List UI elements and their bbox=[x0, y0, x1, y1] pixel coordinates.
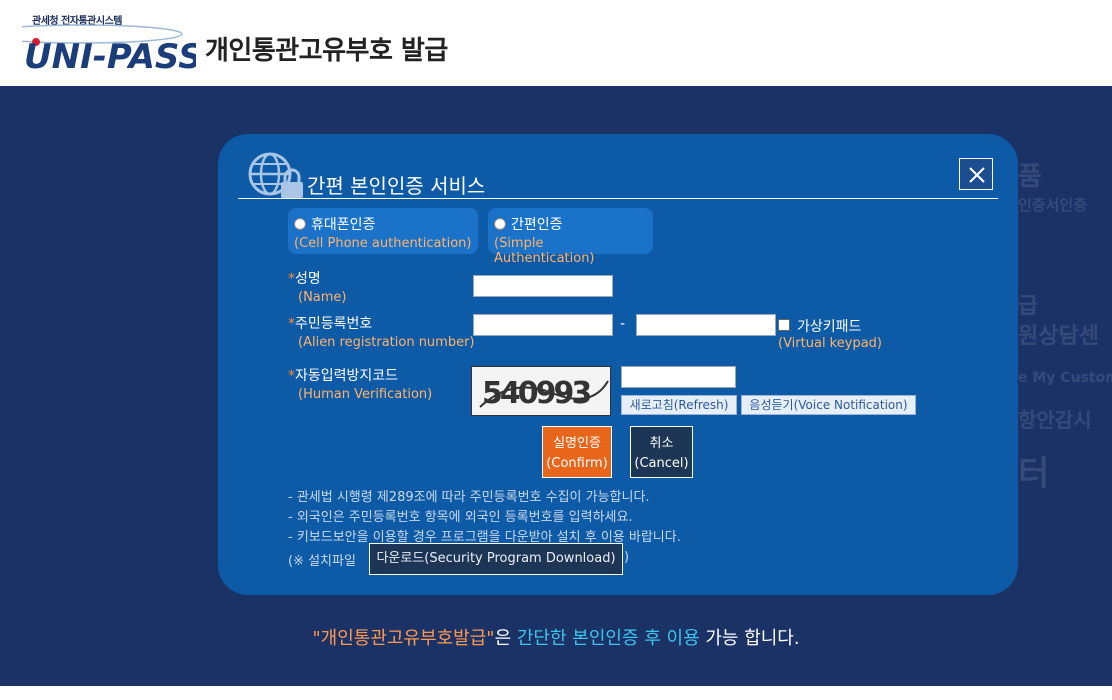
ghost-text: 터 bbox=[1018, 454, 1050, 494]
reg-number-label: *주민등록번호 (Alien registration number) bbox=[288, 316, 475, 350]
tab-label: 휴대폰인증 bbox=[311, 217, 376, 233]
slogan: "개인통관고유부호발급"은 간단한 본인인증 후 이용 가능 합니다. bbox=[0, 624, 1112, 650]
close-button[interactable] bbox=[959, 158, 993, 190]
bottom-strip bbox=[0, 686, 1112, 700]
name-label: *성명 (Name) bbox=[288, 271, 347, 305]
virtual-keypad-label-en: (Virtual keypad) bbox=[778, 336, 882, 351]
modal-title: 간편 본인인증 서비스 bbox=[307, 174, 486, 198]
ghost-text: 인증서인증 bbox=[1018, 196, 1088, 214]
slogan-service-name: "개인통관고유부호발급" bbox=[312, 628, 495, 649]
virtual-keypad-label: 가상키패드 bbox=[797, 319, 862, 335]
reg-number-front-input[interactable] bbox=[473, 314, 613, 336]
ghost-text: 급 bbox=[1018, 294, 1039, 319]
tab-label-en: (Cell Phone authentication) bbox=[294, 236, 472, 251]
security-program-download-button[interactable]: 다운로드(Security Program Download) bbox=[369, 543, 623, 575]
captcha-image: 540993 bbox=[471, 366, 611, 416]
logo-text: UNI-PASS bbox=[24, 37, 196, 72]
confirm-button[interactable]: 실명인증 (Confirm) bbox=[542, 426, 612, 478]
captcha-label: *자동입력방지코드 (Human Verification) bbox=[288, 368, 433, 402]
tab-label: 간편인증 bbox=[511, 217, 563, 233]
auth-modal: 간편 본인인증 서비스 휴대폰인증 (Cell Phone authentica… bbox=[218, 134, 1018, 595]
install-note-prefix: (※ 설치파일 bbox=[288, 554, 356, 569]
globe-lock-icon bbox=[248, 152, 303, 198]
ghost-text: e My Custom bbox=[1018, 370, 1112, 386]
virtual-keypad-checkbox[interactable] bbox=[778, 319, 790, 331]
slogan-highlight: 간단한 본인인증 후 이용 bbox=[516, 628, 700, 649]
tab-simple-auth[interactable]: 간편인증 (Simple Authentication) bbox=[488, 208, 653, 266]
page-title: 개인통관고유부호 발급 bbox=[205, 36, 448, 66]
site-header: 관세청 전자통관시스템 UNI-PASS 개인통관고유부호 발급 bbox=[0, 0, 1112, 86]
radio-simple[interactable] bbox=[494, 218, 506, 230]
unipass-logo[interactable]: UNI-PASS bbox=[22, 22, 196, 72]
note-line: - 관세법 시행령 제289조에 따라 주민등록번호 수집이 가능합니다. bbox=[288, 490, 650, 505]
slogan-text-end: 가능 합니다. bbox=[699, 628, 800, 649]
slogan-text: 은 bbox=[494, 628, 517, 649]
cancel-button[interactable]: 취소 (Cancel) bbox=[630, 426, 693, 478]
ghost-text: 항안감시 bbox=[1018, 408, 1092, 432]
install-note-suffix: ) bbox=[624, 550, 630, 565]
refresh-captcha-button[interactable]: 새로고침(Refresh) bbox=[621, 395, 737, 415]
ghost-text: 품 bbox=[1018, 162, 1042, 192]
voice-notification-button[interactable]: 음성듣기(Voice Notification) bbox=[741, 395, 916, 415]
note-line: - 외국인은 주민등록번호 항목에 외국인 등록번호를 입력하세요. bbox=[288, 510, 633, 525]
tab-cell-phone-auth[interactable]: 휴대폰인증 (Cell Phone authentication) bbox=[288, 208, 478, 254]
close-icon bbox=[969, 167, 985, 183]
name-input[interactable] bbox=[473, 275, 613, 297]
captcha-input[interactable] bbox=[621, 366, 736, 388]
title-divider bbox=[238, 198, 998, 199]
ghost-text: 원상담센 bbox=[1018, 324, 1099, 349]
tab-label-en: (Simple Authentication) bbox=[494, 236, 595, 266]
reg-number-back-input[interactable] bbox=[636, 314, 776, 336]
reg-dash: - bbox=[620, 316, 626, 332]
radio-cell-phone[interactable] bbox=[294, 218, 306, 230]
